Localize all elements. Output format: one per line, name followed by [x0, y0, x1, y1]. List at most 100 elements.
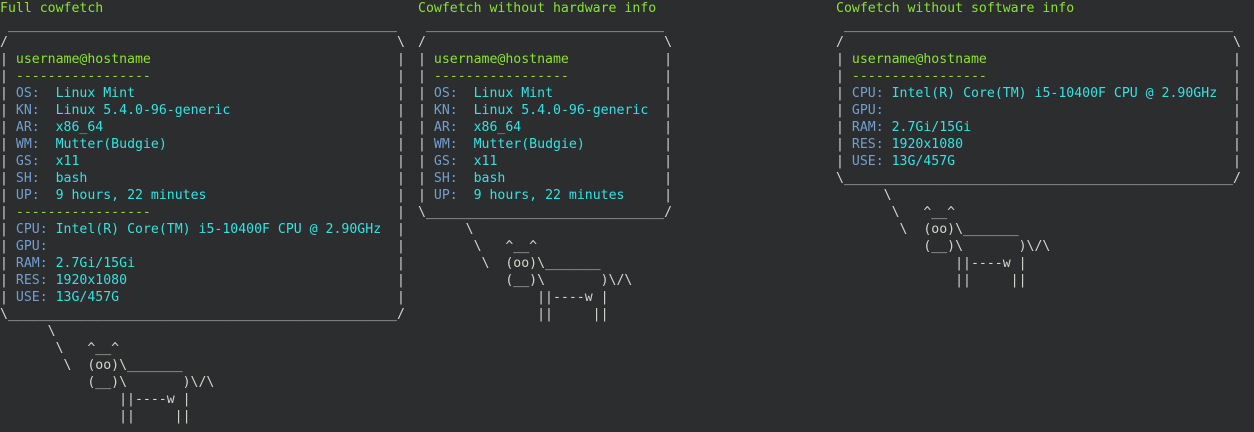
bubble-border: |	[418, 86, 434, 101]
bubble-border: |	[656, 171, 673, 186]
bubble-border: |	[836, 69, 852, 84]
cow-art: \ ^__^	[418, 239, 538, 254]
info-value: Mutter(Budgie)	[473, 137, 585, 152]
bubble-border: |	[836, 52, 852, 67]
info-label: GS:	[433, 154, 458, 169]
info-value: Intel(R) Core(TM) i5-10400F CPU @ 2.90GH…	[55, 222, 382, 237]
bubble-border: |	[418, 120, 434, 135]
bubble-border: |	[656, 120, 673, 135]
cow-art: \ ^__^	[0, 341, 120, 356]
bubble-border: |	[656, 103, 673, 118]
cow-art: || ||	[836, 273, 1027, 288]
bubble-border: |	[418, 69, 434, 84]
info-value: 13G/457G	[55, 290, 120, 305]
bubble-border: |	[0, 154, 16, 169]
info-value: x86_64	[55, 120, 104, 135]
info-label: RAM:	[15, 256, 48, 271]
bubble-border: |	[389, 69, 405, 84]
bubble-border: |	[0, 188, 16, 203]
cow-art: \ (oo)\_______	[418, 256, 601, 271]
separator: -----------------	[851, 69, 987, 84]
panel-title: Cowfetch without hardware info	[418, 1, 657, 16]
cow-art: (__)\ )\/\	[0, 375, 215, 390]
bubble-border: |	[656, 137, 673, 152]
bubble-border: |	[1225, 86, 1241, 101]
bubble-border: |	[0, 171, 16, 186]
bubble-border: |	[389, 205, 405, 220]
cow-art: \ ^__^	[836, 205, 956, 220]
cow-art: \	[0, 324, 56, 339]
bubble-border: ______________________________	[418, 18, 665, 33]
info-value: Linux 5.4.0-96-generic	[473, 103, 649, 118]
info-label: RES:	[15, 273, 48, 288]
bubble-border: |	[389, 86, 405, 101]
info-label: SH:	[433, 171, 458, 186]
user-host: username@hostname	[433, 52, 569, 67]
info-label: AR:	[15, 120, 40, 135]
bubble-border: |	[0, 137, 16, 152]
info-label: USE:	[15, 290, 48, 305]
bubble-border: |	[389, 154, 405, 169]
bubble-border: |	[389, 256, 405, 271]
cow-art: \ (oo)\_______	[0, 358, 183, 373]
bubble-border: |	[0, 52, 16, 67]
cow-art: || ||	[418, 307, 609, 322]
cow-art: ||----w |	[418, 290, 609, 305]
info-label: CPU:	[851, 86, 884, 101]
bubble-border: |	[0, 256, 16, 271]
cow-art: || ||	[0, 409, 191, 424]
info-value: bash	[473, 171, 506, 186]
info-value: bash	[55, 171, 88, 186]
info-label: USE:	[851, 154, 884, 169]
bubble-border: |	[389, 222, 405, 237]
bubble-border: |	[389, 290, 405, 305]
cow-art: \ (oo)\_______	[836, 222, 1019, 237]
panel-title: Full cowfetch	[0, 1, 104, 16]
bubble-border: |	[418, 103, 434, 118]
bubble-border: |	[418, 154, 434, 169]
user-host: username@hostname	[15, 52, 151, 67]
cowfetch-output: ________________________________________…	[0, 17, 405, 425]
bubble-border: |	[1225, 137, 1241, 152]
bubble-border: |	[656, 69, 673, 84]
info-label: KN:	[15, 103, 40, 118]
bubble-border: |	[836, 86, 852, 101]
bubble-border: |	[1225, 52, 1241, 67]
bubble-border: |	[389, 273, 405, 288]
bubble-border: / \	[418, 35, 673, 50]
info-value: Linux Mint	[55, 86, 136, 101]
bubble-border: |	[418, 188, 434, 203]
bubble-border: / \	[836, 35, 1241, 50]
info-label: UP:	[433, 188, 458, 203]
bubble-border: |	[0, 222, 16, 237]
info-label: OS:	[433, 86, 458, 101]
bubble-border: |	[0, 86, 16, 101]
bubble-border: |	[389, 52, 405, 67]
bubble-border: |	[0, 120, 16, 135]
info-label: CPU:	[15, 222, 48, 237]
bubble-border: |	[1225, 120, 1241, 135]
cow-art: (__)\ )\/\	[836, 239, 1051, 254]
cow-art: (__)\ )\/\	[418, 273, 633, 288]
info-value: 13G/457G	[891, 154, 956, 169]
bubble-border: / \	[0, 35, 405, 50]
bubble-border: |	[0, 205, 16, 220]
info-value: x11	[55, 154, 80, 169]
bubble-border: |	[0, 69, 16, 84]
bubble-border: \_______________________________________…	[836, 171, 1241, 186]
cow-art: ||----w |	[0, 392, 191, 407]
cowfetch-output: ________________________________________…	[836, 17, 1241, 289]
bubble-border: |	[836, 154, 852, 169]
info-value: 1920x1080	[891, 137, 964, 152]
cow-art: \	[418, 222, 474, 237]
bubble-border: |	[1225, 154, 1241, 169]
bubble-border: |	[656, 188, 673, 203]
bubble-border: |	[656, 154, 673, 169]
info-label: GS:	[15, 154, 40, 169]
info-label: SH:	[15, 171, 40, 186]
info-value: 9 hours, 22 minutes	[473, 188, 625, 203]
bubble-border: |	[418, 137, 434, 152]
bubble-border: |	[1225, 103, 1241, 118]
info-value: Linux Mint	[473, 86, 554, 101]
cowfetch-output: ______________________________ / \ | use…	[418, 17, 672, 323]
